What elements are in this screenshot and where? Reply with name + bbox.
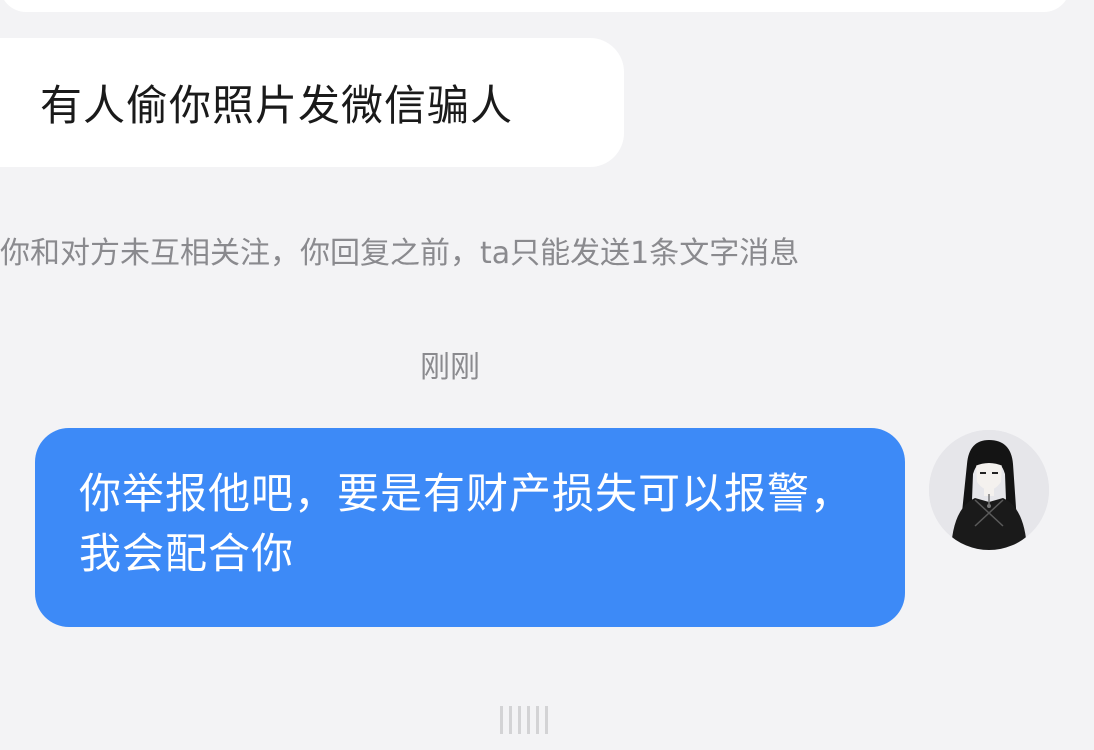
chat-screen: 有人偷你照片发微信骗人 你和对方未互相关注，你回复之前，ta只能发送1条文字消息… [0, 0, 1094, 750]
incoming-message-bubble[interactable]: 有人偷你照片发微信骗人 [0, 38, 624, 167]
avatar-portrait-icon [929, 430, 1049, 550]
user-avatar[interactable] [929, 430, 1049, 550]
previous-message-bubble[interactable] [0, 0, 1070, 12]
message-timestamp: 刚刚 [420, 350, 480, 385]
scroll-handle-icon [500, 705, 620, 735]
incoming-message-text: 有人偷你照片发微信骗人 [40, 81, 514, 130]
outgoing-message-text: 你举报他吧，要是有财产损失可以报警，我会配合你 [79, 469, 854, 578]
system-notice: 你和对方未互相关注，你回复之前，ta只能发送1条文字消息 [0, 236, 800, 271]
outgoing-message-bubble[interactable]: 你举报他吧，要是有财产损失可以报警，我会配合你 [35, 428, 905, 627]
